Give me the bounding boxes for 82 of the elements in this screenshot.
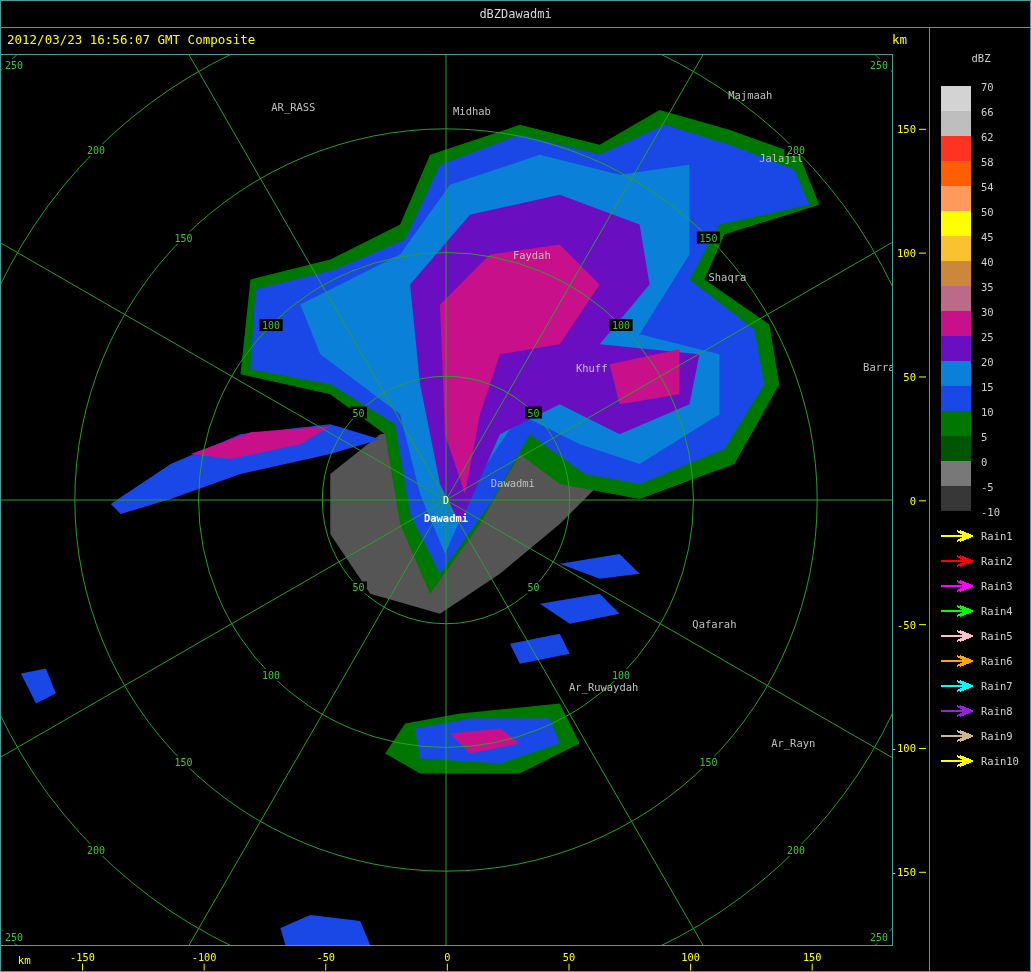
- tick-mark: [918, 128, 927, 130]
- axis-tick-label: 150: [802, 950, 822, 963]
- axis-tick-label: 50: [903, 370, 916, 383]
- range-ring-label: 250: [867, 930, 891, 943]
- scale-value-label: 54: [981, 181, 994, 193]
- tick-mark: [325, 962, 327, 971]
- site-marker: D: [443, 494, 449, 506]
- scale-value-label: 35: [981, 281, 994, 293]
- scale-value-label: 20: [981, 356, 994, 368]
- range-ring-label: 200: [84, 143, 108, 156]
- track-label: Rain8: [981, 705, 1013, 717]
- tick-mark: [811, 962, 813, 971]
- place-label: Faydah: [512, 248, 551, 261]
- place-label: Ar_Rayn: [771, 736, 816, 749]
- range-ring-label: 250: [867, 58, 891, 71]
- tick-mark: [918, 252, 927, 254]
- scale-value-label: 50: [981, 206, 994, 218]
- place-label: AR_RASS: [271, 100, 316, 113]
- tick-mark: [690, 962, 692, 971]
- axis-tick-label: 0: [444, 950, 451, 963]
- scale-value-label: 62: [981, 131, 994, 143]
- place-label: Barra: [863, 360, 894, 373]
- timestamp-label: 2012/03/23 16:56:07 GMT Composite: [7, 31, 256, 50]
- axis-tick-label: -100: [893, 741, 916, 754]
- tick-mark: [203, 962, 205, 971]
- scale-value-label: 70: [981, 81, 994, 93]
- unit-label: km: [891, 31, 907, 50]
- axis-tick-label: 150: [897, 122, 916, 135]
- track-label: Rain5: [981, 630, 1013, 642]
- scale-value-label: -5: [981, 481, 994, 493]
- tick-mark: [918, 499, 927, 501]
- track-label: Rain2: [981, 555, 1013, 567]
- axis-tick-label: -100: [191, 950, 217, 963]
- legend-title: dBZ: [971, 52, 991, 64]
- range-ring-label: 200: [784, 843, 808, 856]
- track-label: Rain10: [981, 755, 1019, 767]
- range-ring-label: 50: [525, 581, 542, 593]
- scale-value-label: 40: [981, 256, 994, 268]
- axis-tick-label: -150: [893, 865, 916, 878]
- scale-value-label: 25: [981, 331, 994, 343]
- scale-value-label: 66: [981, 106, 994, 118]
- site-label: Dawadmi: [423, 511, 469, 524]
- tick-mark: [568, 962, 570, 971]
- window-title: dBZDawadmi: [479, 6, 552, 23]
- scale-value-label: 58: [981, 156, 994, 168]
- scale-value-label: 45: [981, 231, 994, 243]
- track-label: Rain1: [981, 530, 1013, 542]
- place-label: Shaqra: [708, 271, 747, 283]
- scale-value-label: 15: [981, 381, 994, 393]
- scale-value-label: 0: [981, 456, 988, 468]
- tick-mark: [446, 962, 448, 971]
- axis-tick-label: 100: [897, 246, 916, 259]
- axis-tick-label: 50: [562, 950, 576, 963]
- track-label: Rain3: [981, 580, 1013, 592]
- track-label: Rain6: [981, 655, 1013, 667]
- place-label: Qafarah: [692, 617, 737, 630]
- scale-value-label: 30: [981, 306, 994, 318]
- range-ring-label: 250: [2, 58, 26, 71]
- range-ring-label: 50: [350, 581, 367, 593]
- scale-value-label: 5: [981, 431, 988, 443]
- axis-tick-label: 100: [681, 950, 700, 963]
- tick-mark: [918, 623, 927, 625]
- place-label: Midhab: [453, 104, 491, 117]
- place-label: Majmaah: [728, 88, 773, 101]
- axis-unit-label: km: [17, 953, 31, 967]
- scale-value-label: 10: [981, 406, 994, 418]
- tick-mark: [918, 871, 927, 873]
- track-label: Rain7: [981, 680, 1013, 692]
- tick-mark: [82, 962, 83, 971]
- axis-tick-label: -50: [897, 618, 916, 631]
- range-ring-label: 250: [2, 930, 26, 943]
- axis-tick-label: -150: [70, 950, 95, 963]
- range-ring-label: 200: [84, 843, 108, 856]
- tick-mark: [918, 376, 927, 377]
- place-label: Khuff: [575, 361, 608, 374]
- track-label: Rain4: [981, 605, 1013, 617]
- scale-value-label: -10: [981, 506, 1000, 518]
- place-label: Ar_Ruwaydah: [569, 680, 639, 693]
- axis-tick-label: -50: [316, 950, 336, 963]
- axis-tick-label: 0: [909, 494, 916, 507]
- tick-mark: [918, 747, 927, 749]
- track-label: Rain9: [981, 730, 1013, 742]
